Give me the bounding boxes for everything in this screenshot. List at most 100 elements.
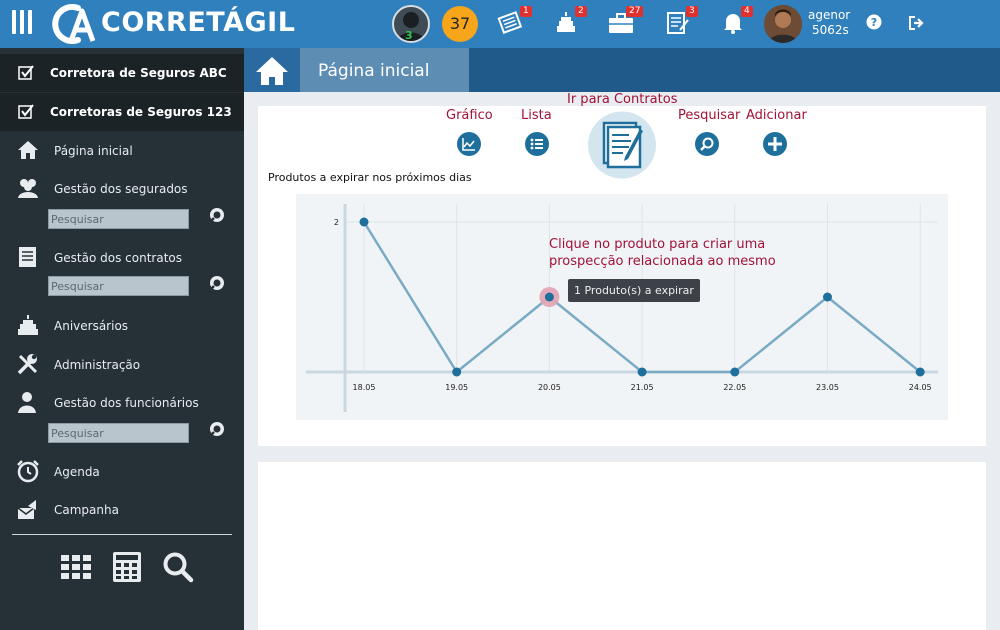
home-icon (256, 57, 288, 85)
go-to-contracts-button[interactable]: Ir para Contratos (567, 92, 677, 107)
tools-icon (17, 354, 38, 375)
home-button[interactable] (244, 48, 300, 92)
user-photo-icon (764, 5, 802, 43)
sidebar-item-contracts[interactable]: Gestão dos contratos (0, 243, 244, 273)
sidebar-item-label: Agenda (54, 465, 100, 479)
menu-icon[interactable] (12, 10, 32, 34)
expiring-products-chart: 2 18.05 19.05 20.05 21.05 22.05 23.05 24.05 (306, 204, 938, 412)
company-item-abc[interactable]: Corretora de Seguros ABC (0, 54, 244, 92)
chart-hint-line: prospecção relacionada ao mesmo (549, 254, 776, 269)
birthday-cake-icon (18, 315, 38, 335)
contract-badge: 3 (686, 6, 698, 17)
newspaper-badge: 1 (520, 6, 532, 17)
x-tick-label: 18.05 (353, 383, 376, 392)
secondary-card (258, 462, 986, 630)
users-icon (18, 179, 38, 198)
add-button[interactable]: Adicionar (746, 108, 807, 123)
section-label: Produtos a expirar nos próximos dias (268, 171, 472, 184)
data-point (359, 217, 369, 227)
x-tick-label: 20.05 (538, 383, 561, 392)
sidebar-item-label: Aniversários (54, 319, 129, 333)
user-avatar[interactable] (764, 5, 802, 43)
sidebar-item-employees[interactable]: Gestão dos funcionários (0, 388, 244, 418)
campaign-icon (17, 500, 36, 519)
sidebar-item-birthdays[interactable]: Aniversários (0, 311, 244, 341)
chart-tooltip: 1 Produto(s) a expirar (568, 279, 700, 302)
search-icon[interactable] (207, 275, 225, 293)
employee-icon (18, 392, 36, 413)
data-point (730, 367, 740, 377)
calculator-icon[interactable] (111, 551, 143, 583)
logout-icon[interactable] (907, 14, 925, 32)
chart-hint: Clique no produto para criar uma prospec… (549, 236, 776, 270)
briefcase-badge: 27 (626, 6, 644, 17)
data-point (637, 367, 647, 377)
data-point (452, 367, 462, 377)
list-view-label: Lista (521, 108, 552, 123)
sidebar-item-label: Gestão dos contratos (54, 251, 183, 265)
alarm-clock-icon (17, 460, 39, 483)
svg-text:?: ? (871, 16, 877, 29)
home-icon (18, 141, 38, 159)
sidebar-item-label: Página inicial (54, 144, 133, 158)
x-tick-label: 21.05 (631, 383, 654, 392)
apps-grid-icon[interactable] (60, 551, 92, 583)
contracts-icon (19, 247, 36, 267)
employees-search-input[interactable] (48, 423, 189, 443)
points-counter[interactable]: 37 (442, 6, 478, 42)
plus-icon[interactable] (763, 132, 787, 156)
x-tick-label: 24.05 (909, 383, 932, 392)
user-code: 5062s (812, 23, 849, 37)
data-point (823, 292, 832, 302)
sidebar-item-administration[interactable]: Administração (0, 350, 244, 380)
sidebar-item-label: Administração (54, 358, 141, 372)
sidebar-item-label: Gestão dos segurados (54, 182, 188, 196)
checkbox-checked-icon (18, 104, 34, 119)
company-name: Corretora de Seguros ABC (50, 66, 227, 80)
help-icon[interactable]: ? (866, 14, 882, 30)
chart-view-button[interactable]: Gráfico (446, 108, 493, 123)
line-chart-icon[interactable] (457, 132, 481, 156)
go-to-contracts-label: Ir para Contratos (567, 92, 678, 107)
list-icon[interactable] (525, 132, 549, 156)
sidebar-divider (12, 534, 232, 535)
search-icon[interactable] (162, 551, 194, 583)
x-tick-label: 22.05 (723, 383, 746, 392)
sidebar: Corretora de Seguros ABC Corretoras de S… (0, 48, 244, 630)
contracts-search-input[interactable] (48, 276, 189, 296)
page-title: Página inicial (318, 61, 430, 81)
x-tick-label: 23.05 (816, 383, 839, 392)
sidebar-item-label: Gestão dos funcionários (54, 396, 199, 410)
y-tick-label: 2 (334, 218, 339, 227)
data-point (544, 292, 554, 302)
sidebar-item-campaign[interactable]: Campanha (0, 495, 244, 525)
x-tick-label: 19.05 (445, 383, 468, 392)
online-users-avatar[interactable]: 3 (392, 5, 430, 43)
sidebar-item-home[interactable]: Página inicial (0, 136, 244, 166)
chart-view-label: Gráfico (446, 108, 493, 123)
online-count-badge: 3 (405, 29, 413, 42)
logo-icon (52, 4, 96, 44)
list-view-button[interactable]: Lista (521, 108, 552, 123)
company-item-123[interactable]: Corretoras de Seguros 123 (0, 93, 244, 131)
checkbox-checked-icon (18, 65, 34, 80)
search-icon[interactable] (207, 207, 225, 225)
search-icon[interactable] (695, 132, 719, 156)
user-name: agenor (808, 8, 851, 22)
search-icon[interactable] (207, 421, 225, 439)
insured-search-input[interactable] (48, 209, 189, 229)
bell-badge: 4 (741, 6, 753, 17)
sidebar-item-insured[interactable]: Gestão dos segurados (0, 174, 244, 204)
birthday-badge: 2 (575, 6, 587, 17)
data-point (915, 367, 925, 377)
contract-document-icon[interactable] (587, 111, 657, 179)
search-label: Pesquisar (678, 108, 741, 123)
logo-text: CORRETÁGIL (101, 7, 296, 38)
sidebar-item-label: Campanha (54, 503, 119, 517)
top-bar: CORRETÁGIL 3 37 1 2 27 3 4 agenor 5062s … (0, 0, 1000, 48)
add-label: Adicionar (746, 108, 807, 123)
search-button[interactable]: Pesquisar (678, 108, 740, 123)
company-name: Corretoras de Seguros 123 (50, 105, 232, 119)
chart-hint-line: Clique no produto para criar uma (549, 237, 766, 252)
sidebar-item-agenda[interactable]: Agenda (0, 457, 244, 487)
